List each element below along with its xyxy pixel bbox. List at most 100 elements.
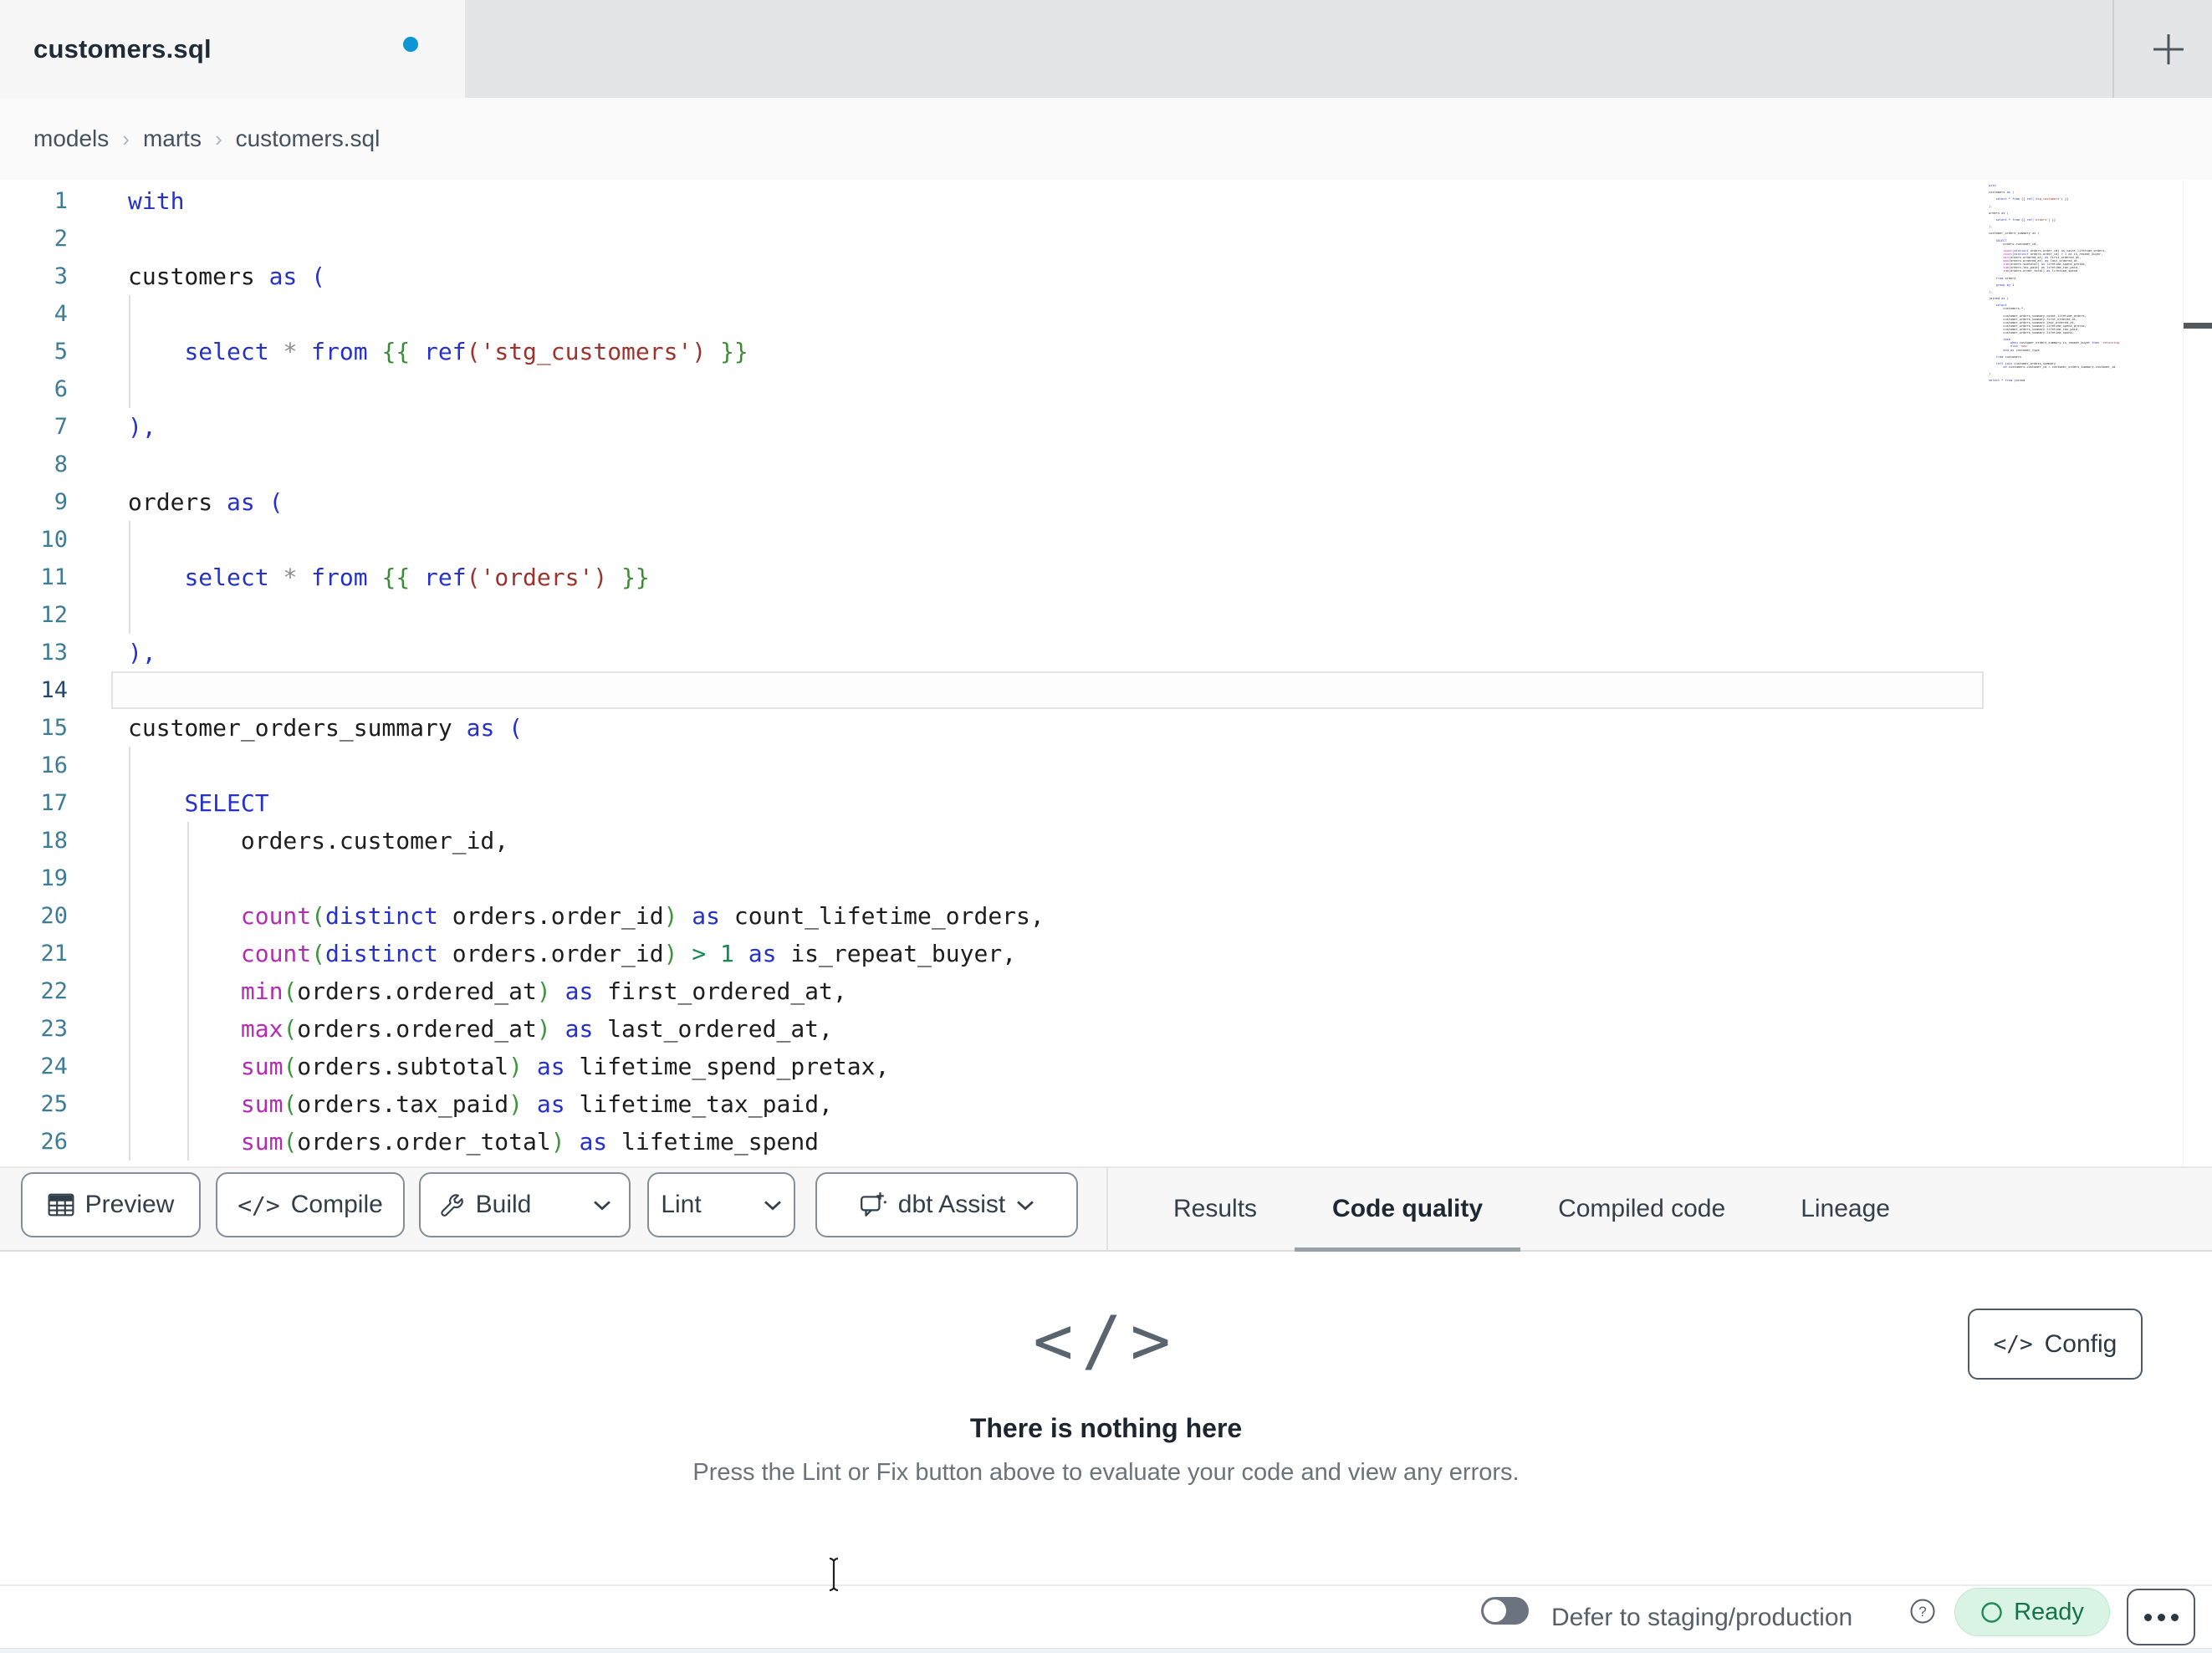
line-number: 25 (40, 1091, 68, 1117)
line-number: 13 (40, 640, 68, 666)
lint-button[interactable]: Lint (641, 1174, 721, 1236)
code-line[interactable]: 3 customers as ( (0, 258, 2212, 295)
ready-status-badge[interactable]: Ready (1954, 1588, 2110, 1636)
build-dropdown-button[interactable] (573, 1174, 631, 1236)
line-number: 20 (40, 903, 68, 929)
line-number: 7 (54, 414, 68, 440)
preview-button[interactable]: Preview (21, 1172, 201, 1237)
line-number: 8 (54, 452, 68, 477)
code-line[interactable]: 19 (0, 860, 2212, 897)
line-number: 5 (54, 339, 68, 365)
ellipsis-icon (2143, 1613, 2152, 1621)
code-line[interactable]: 18 orders.customer_id, (0, 822, 2212, 860)
line-number: 2 (54, 226, 68, 252)
build-button[interactable]: Build (418, 1174, 552, 1236)
breadcrumb-separator: › (122, 125, 130, 151)
code-line[interactable]: 21 count(distinct orders.order_id) > 1 a… (0, 935, 2212, 972)
build-label: Build (475, 1191, 532, 1218)
line-number: 12 (40, 602, 68, 628)
scrollbar-marker[interactable] (2184, 323, 2212, 329)
code-line[interactable]: 25 sum(orders.tax_paid) as lifetime_tax_… (0, 1085, 2212, 1123)
code-line[interactable]: 13), (0, 634, 2212, 671)
code-line[interactable]: 17 SELECT (0, 784, 2212, 822)
config-button[interactable]: </> Config (1968, 1309, 2143, 1380)
code-line[interactable]: 10 (0, 521, 2212, 559)
code-brackets-icon: </> (1033, 1302, 1179, 1380)
breadcrumb-bar: models › marts › customers.sql Save (0, 98, 2212, 271)
tab-compiled-code[interactable]: Compiled code (1520, 1168, 1763, 1252)
code-line[interactable]: 14 (0, 671, 2212, 709)
code-line[interactable]: 1 with (0, 182, 2212, 220)
line-number: 14 (40, 677, 68, 703)
code-lines: 1 with 2 3 customers as (4 5 select * from {{… (0, 182, 2212, 1161)
line-number: 21 (40, 941, 68, 967)
code-editor[interactable]: 1 with 2 3 customers as (4 5 select * from {{… (0, 180, 2212, 1166)
code-line[interactable]: 2 (0, 220, 2212, 258)
code-brackets-icon: </> (238, 1191, 280, 1219)
lint-split-button: Lint (647, 1172, 795, 1237)
compile-label: Compile (290, 1191, 383, 1218)
editor-toolbar: Preview </> Compile Build Lint dbt Assis… (0, 1166, 2212, 1252)
compile-button[interactable]: </> Compile (216, 1172, 405, 1237)
new-tab-button[interactable] (2124, 0, 2212, 98)
line-number: 17 (40, 790, 68, 816)
line-number: 16 (40, 753, 68, 778)
table-icon (48, 1193, 74, 1217)
line-number: 10 (40, 527, 68, 553)
toolbar-divider (1106, 1168, 1108, 1252)
code-line[interactable]: 5 select * from {{ ref('stg_customers') … (0, 333, 2212, 370)
code-line[interactable]: 15 customer_orders_summary as ( (0, 709, 2212, 747)
file-tab-customers-sql[interactable]: customers.sql (0, 0, 465, 98)
defer-label: Defer to staging/production (1551, 1604, 1853, 1631)
code-line[interactable]: 11 select * from {{ ref('orders') }} (0, 559, 2212, 596)
code-line[interactable]: 23 max(orders.ordered_at) as last_ordere… (0, 1010, 2212, 1048)
code-line[interactable]: 8 (0, 446, 2212, 483)
defer-help-button[interactable]: ? (1909, 1598, 1936, 1629)
code-quality-panel: </> There is nothing here Press the Lint… (0, 1252, 2212, 1584)
code-line[interactable]: 7), (0, 408, 2212, 446)
tab-lineage[interactable]: Lineage (1763, 1168, 1928, 1252)
code-line[interactable]: 16 (0, 747, 2212, 784)
breadcrumb: models › marts › customers.sql (33, 98, 380, 180)
wrench-icon (441, 1194, 463, 1217)
tab-code-quality[interactable]: Code quality (1295, 1168, 1521, 1252)
text-cursor-pointer (829, 1557, 839, 1592)
code-line[interactable]: 12 (0, 596, 2212, 634)
dbt-assist-button[interactable]: dbt Assist (815, 1172, 1078, 1237)
window-bottom-edge (0, 1648, 2212, 1653)
tab-bar-divider (2112, 0, 2114, 98)
status-ring-icon (1981, 1601, 2002, 1623)
editor-minimap[interactable]: with customers as ( select * from {{ ref… (1989, 184, 2183, 435)
ellipsis-icon (2170, 1613, 2179, 1621)
svg-text:?: ? (1918, 1604, 1926, 1620)
code-line[interactable]: 20 count(distinct orders.order_id) as co… (0, 897, 2212, 935)
chevron-down-icon (594, 1200, 611, 1210)
code-line[interactable]: 24 sum(orders.subtotal) as lifetime_spen… (0, 1048, 2212, 1085)
line-number: 23 (40, 1016, 68, 1042)
code-line[interactable]: 26 sum(orders.order_total) as lifetime_s… (0, 1123, 2212, 1161)
chevron-down-icon (1017, 1200, 1034, 1210)
line-number: 22 (40, 978, 68, 1004)
empty-state: </> There is nothing here Press the Lint… (0, 1302, 2212, 1487)
dbt-ide-window: customers.sql models › marts › customers… (0, 0, 2212, 1653)
file-tab-title: customers.sql (33, 33, 212, 64)
dbt-assist-label: dbt Assist (897, 1191, 1006, 1218)
code-line[interactable]: 22 min(orders.ordered_at) as first_order… (0, 972, 2212, 1010)
ready-label: Ready (2014, 1598, 2084, 1625)
toggle-knob (1484, 1599, 1506, 1622)
code-line[interactable]: 4 (0, 295, 2212, 333)
lint-dropdown-button[interactable] (743, 1174, 802, 1236)
code-line[interactable]: 9 orders as ( (0, 483, 2212, 521)
plus-icon (2153, 33, 2184, 64)
defer-toggle[interactable] (1481, 1597, 1529, 1625)
editor-tab-bar: customers.sql (0, 0, 2212, 98)
breadcrumb-separator: › (214, 125, 222, 151)
breadcrumb-item-models[interactable]: models (33, 125, 109, 152)
lint-label: Lint (661, 1191, 702, 1218)
more-options-button[interactable] (2127, 1589, 2195, 1645)
code-line[interactable]: 6 (0, 370, 2212, 408)
line-number: 18 (40, 828, 68, 854)
line-number: 6 (54, 376, 68, 402)
breadcrumb-item-marts[interactable]: marts (143, 125, 202, 152)
tab-results[interactable]: Results (1136, 1168, 1295, 1252)
